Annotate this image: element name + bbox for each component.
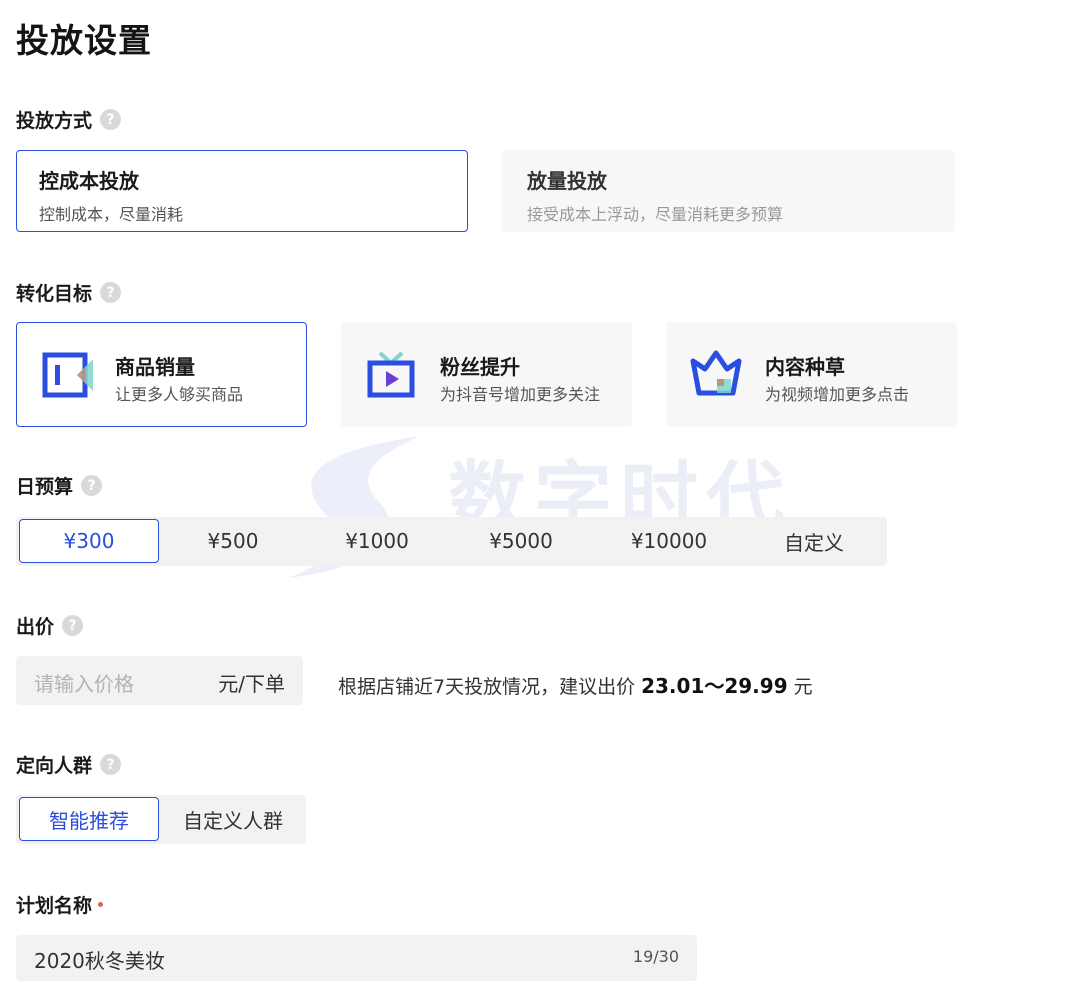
goal-option-title: 商品销量 xyxy=(115,355,195,379)
plan-name-input[interactable]: 2020秋冬美妆 19/30 xyxy=(16,935,697,981)
help-icon[interactable]: ? xyxy=(100,109,122,130)
bid-suggestion: 根据店铺近7天投放情况，建议出价 23.01～29.99 元 xyxy=(338,670,813,699)
budget-option-1000[interactable]: ¥1000 xyxy=(307,519,447,563)
goal-label: 转化目标 ? xyxy=(16,279,122,306)
help-icon[interactable]: ? xyxy=(81,475,103,496)
delivery-option-volume[interactable]: 放量投放 接受成本上浮动，尽量消耗更多预算 xyxy=(502,150,955,232)
delivery-option-desc: 控制成本，尽量消耗 xyxy=(39,205,184,224)
help-icon[interactable]: ? xyxy=(100,754,122,775)
audience-option-custom[interactable]: 自定义人群 xyxy=(163,797,303,841)
budget-option-500[interactable]: ¥500 xyxy=(163,519,303,563)
product-sales-icon xyxy=(42,352,93,398)
bid-suggestion-range: 23.01～29.99 xyxy=(641,674,788,698)
bid-label: 出价 ? xyxy=(16,612,84,639)
budget-label-text: 日预算 xyxy=(16,476,74,498)
bid-input-placeholder: 请输入价格 xyxy=(34,672,134,696)
delivery-option-title: 放量投放 xyxy=(527,169,607,193)
audience-option-smart[interactable]: 智能推荐 xyxy=(19,797,159,841)
help-icon[interactable]: ? xyxy=(100,282,122,303)
goal-option-content-seeding[interactable]: 内容种草 为视频增加更多点击 xyxy=(666,322,957,427)
plan-name-label: 计划名称 xyxy=(16,891,104,918)
plan-name-counter: 19/30 xyxy=(632,947,679,966)
budget-option-5000[interactable]: ¥5000 xyxy=(451,519,591,563)
content-seeding-icon xyxy=(690,350,742,396)
goal-option-desc: 让更多人够买商品 xyxy=(115,385,244,404)
goal-option-desc: 为视频增加更多点击 xyxy=(765,385,910,404)
goal-option-title: 粉丝提升 xyxy=(440,355,520,379)
goal-option-fans-boost[interactable]: 粉丝提升 为抖音号增加更多关注 xyxy=(341,322,632,427)
page-title: 投放设置 xyxy=(16,21,152,60)
delivery-mode-label-text: 投放方式 xyxy=(16,110,93,132)
help-icon[interactable]: ? xyxy=(62,615,84,636)
delivery-option-desc: 接受成本上浮动，尽量消耗更多预算 xyxy=(527,205,784,224)
bid-suggestion-text: 根据店铺近7天投放情况，建议出价 xyxy=(338,676,636,698)
fans-boost-icon xyxy=(367,351,415,398)
bid-input[interactable]: 请输入价格 元/下单 xyxy=(16,656,303,705)
budget-option-custom[interactable]: 自定义 xyxy=(743,519,885,563)
goal-option-title: 内容种草 xyxy=(765,355,845,379)
delivery-mode-label: 投放方式 ? xyxy=(16,106,122,133)
bid-label-text: 出价 xyxy=(16,616,55,638)
budget-option-300[interactable]: ¥300 xyxy=(19,519,159,563)
budget-selector: ¥300 ¥500 ¥1000 ¥5000 ¥10000 自定义 xyxy=(16,517,887,566)
bid-input-suffix: 元/下单 xyxy=(218,672,285,696)
budget-label: 日预算 ? xyxy=(16,472,103,499)
goal-label-text: 转化目标 xyxy=(16,283,93,305)
delivery-option-cost-control[interactable]: 控成本投放 控制成本，尽量消耗 xyxy=(16,150,468,232)
audience-label-text: 定向人群 xyxy=(16,755,93,777)
audience-selector: 智能推荐 自定义人群 xyxy=(16,795,306,844)
goal-option-desc: 为抖音号增加更多关注 xyxy=(440,385,601,404)
required-dot-icon xyxy=(98,902,104,907)
plan-name-value: 2020秋冬美妆 xyxy=(34,949,165,973)
audience-label: 定向人群 ? xyxy=(16,751,122,778)
budget-option-10000[interactable]: ¥10000 xyxy=(595,519,743,563)
bid-suggestion-unit: 元 xyxy=(793,676,813,698)
goal-option-product-sales[interactable]: 商品销量 让更多人够买商品 xyxy=(16,322,307,427)
delivery-option-title: 控成本投放 xyxy=(39,169,139,193)
plan-name-label-text: 计划名称 xyxy=(16,895,93,917)
